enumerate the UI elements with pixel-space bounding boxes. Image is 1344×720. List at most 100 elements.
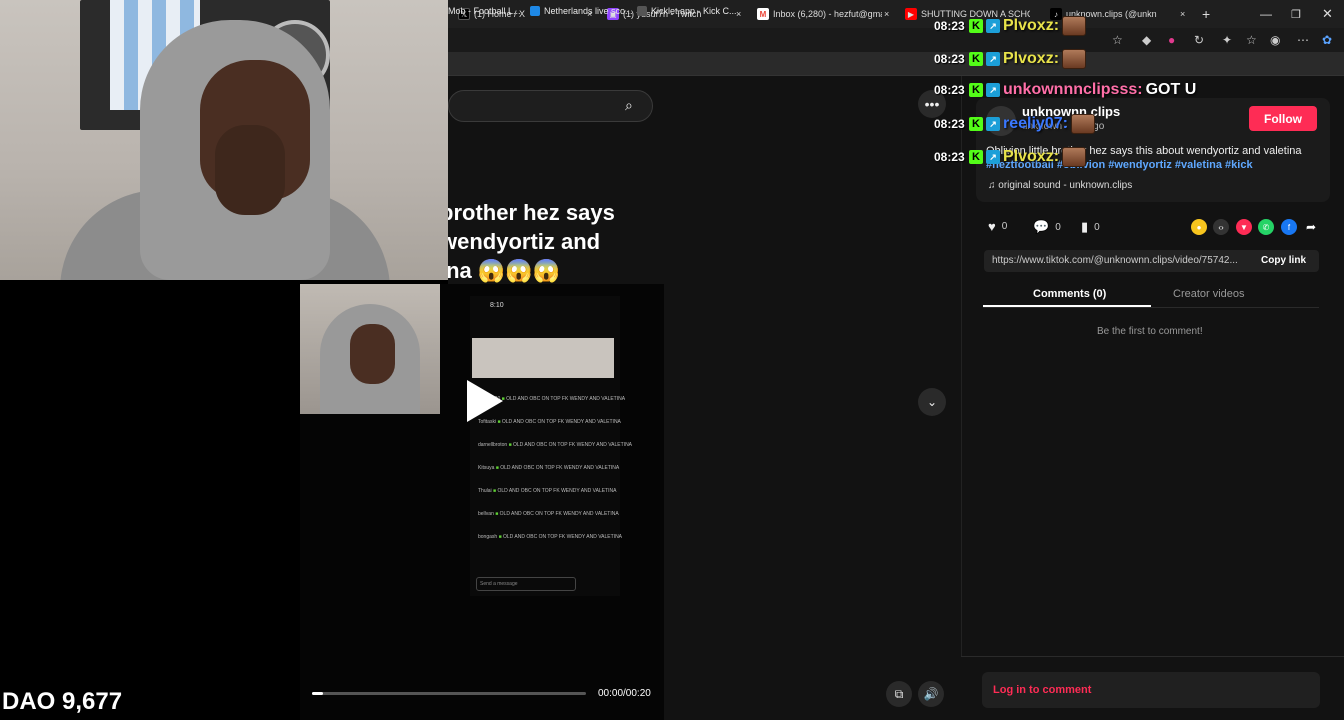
follow-button[interactable]: Follow [1249,106,1317,131]
kick-badge-icon: K [969,52,983,66]
tab-creator-videos[interactable]: Creator videos [1173,288,1245,300]
favorites-icon[interactable]: ☆ [1246,33,1257,47]
kick-badge-icon: K [969,150,983,164]
phone-chat-message: OLD AND OBC ON TOP FK WENDY AND VALETINA [501,419,621,425]
save-button[interactable]: ▮ 0 [1081,219,1100,235]
puzzle-icon[interactable]: ✦ [1222,33,1232,47]
minimize-icon[interactable]: — [1260,4,1272,24]
embed-icon[interactable]: ‹› [1213,219,1229,235]
bookmark-label: Kicklet.app - Kick C... [651,6,737,16]
phone-chat-line: darnellbroton ■ OLD AND OBC ON TOP FK WE… [478,442,632,448]
phone-chat-line: Kitsuya ■ OLD AND OBC ON TOP FK WENDY AN… [478,465,619,471]
post-link: https://www.tiktok.com/@unknownn.clips/v… [992,255,1238,266]
new-tab-icon[interactable]: + [1202,4,1210,24]
phone-chat-line: bongash ■ OLD AND OBC ON TOP FK WENDY AN… [478,534,622,540]
volume-icon[interactable]: 🔊 [918,681,944,707]
chat-emote-icon [1062,16,1087,36]
repost-icon[interactable]: ▼ [1236,219,1252,235]
caption-line: brother hez says [440,200,615,225]
person-face [350,324,395,384]
chevron-down-icon[interactable]: ⌄ [918,388,946,416]
phone-chat-name: bongash [478,534,499,540]
comment-button[interactable]: 💬 0 [1033,219,1061,235]
left-background [0,280,300,720]
stream-chat-message: 08:23 K ↗ reeliy07: [934,114,1095,134]
profile-avatar-icon[interactable]: ◉ [1270,33,1280,47]
chat-timestamp: 08:23 [934,19,965,33]
youtube-icon: ▶ [905,8,917,20]
stream-chat-message: 08:23 K ↗ Plvoxz: [934,147,1087,167]
refresh-icon[interactable]: ↻ [1194,33,1204,47]
tab-label: Inbox (6,280) - hezfut@gma [773,9,882,19]
caption-line: wendyortiz and [440,229,601,254]
play-icon[interactable] [467,380,503,422]
bookmark-icon: ▮ [1081,219,1089,234]
tab-comments[interactable]: Comments (0) [1033,288,1106,300]
picture-in-picture-icon[interactable]: ⧉ [886,681,912,707]
bookmark-netherlands[interactable]: Netherlands live sco... [530,6,633,16]
gmail-icon: M [757,8,769,20]
copy-link-button[interactable]: Copy link [1261,255,1306,266]
browser-toolbar [448,28,1344,52]
heart-icon: ♥ [988,219,996,234]
sound-link[interactable]: ♫ original sound - unknown.clips [988,180,1132,191]
phone-chat-message: OLD AND OBC ON TOP FK WENDY AND VALETINA [499,511,619,517]
bookmark-favicon-icon [530,6,540,16]
restore-icon[interactable]: ❐ [1291,4,1301,24]
chat-emote-icon [1062,147,1087,167]
stream-chat-message: 08:23 K ↗ Plvoxz: [934,16,1087,36]
hashtag-link[interactable]: #valetina [1175,159,1222,171]
close-tab-icon[interactable]: × [884,4,889,24]
kick-badge-icon: K [969,83,983,97]
search-icon[interactable]: ⌕ [625,97,633,114]
share-arrow-icon[interactable]: ➦ [1303,219,1319,235]
save-count: 0 [1094,221,1100,233]
hashtag-link[interactable]: #wendyortiz [1108,159,1172,171]
caption-line: ina 😱😱😱 [440,258,561,283]
progress-fill [312,692,323,695]
hashtag-link[interactable]: #kick [1225,159,1253,171]
phone-chat-name: bellvan [478,511,496,517]
chat-username: Plvoxz: [1003,17,1060,34]
phone-chat-input: Send a message [476,577,576,591]
phone-chat-name: darnellbroton [478,442,509,448]
sub-badge-icon: ↗ [986,19,1000,33]
close-tab-icon[interactable]: × [1180,4,1185,24]
menu-dots-icon[interactable]: ⋯ [1297,33,1309,47]
like-button[interactable]: ♥ 0 [988,219,1007,234]
copilot-icon[interactable]: ✿ [1322,33,1332,47]
kick-badge-icon: K [969,19,983,33]
bookmark-mob-football[interactable]: Mob - Football L... [448,6,521,16]
whatsapp-icon[interactable]: ✆ [1258,219,1274,235]
sound-label: original sound - unknown.clips [998,180,1133,191]
sub-badge-icon: ↗ [986,117,1000,131]
phone-chat-message: OLD AND OBC ON TOP FK WENDY AND VALETINA [506,396,626,402]
coin-share-icon[interactable]: ● [1191,219,1207,235]
phone-chat-message: OLD AND OBC ON TOP FK WENDY AND VALETINA [513,442,633,448]
video-time: 00:00/00:20 [598,688,651,699]
phone-chat-name: Thulai [478,488,494,494]
close-tab-icon[interactable]: × [736,4,741,24]
sub-badge-icon: ↗ [986,150,1000,164]
active-tab-indicator [983,305,1151,307]
search-input[interactable] [448,90,653,122]
video-pip-thumbnail [300,284,440,414]
phone-chat-line: Thulai ■ OLD AND OBC ON TOP FK WENDY AND… [478,488,616,494]
star-icon[interactable]: ☆ [1112,33,1123,47]
bookmark-label: Mob - Football L... [448,6,521,16]
close-window-icon[interactable]: ✕ [1322,4,1333,24]
sub-badge-icon: ↗ [986,83,1000,97]
extension-icon[interactable]: ● [1168,33,1175,47]
login-to-comment-link[interactable]: Log in to comment [993,684,1091,696]
chat-timestamp: 08:23 [934,83,965,97]
phone-time: 8:10 [490,302,504,309]
phone-chat-name: Kitsuya [478,465,496,471]
bookmark-kicklet[interactable]: Kicklet.app - Kick C... [637,6,737,16]
stream-chat-message: 08:23 K ↗ unkownnnclipsss: GOT U [934,80,1196,100]
phone-chat-message: OLD AND OBC ON TOP FK WENDY AND VALETINA [500,465,620,471]
chat-username: unkownnnclipsss: [1003,81,1143,98]
facebook-icon[interactable]: f [1281,219,1297,235]
video-progress-bar[interactable] [312,692,586,695]
tab-gmail[interactable]: M Inbox (6,280) - hezfut@gma [757,4,882,24]
extension-icon[interactable]: ◆ [1142,33,1151,47]
